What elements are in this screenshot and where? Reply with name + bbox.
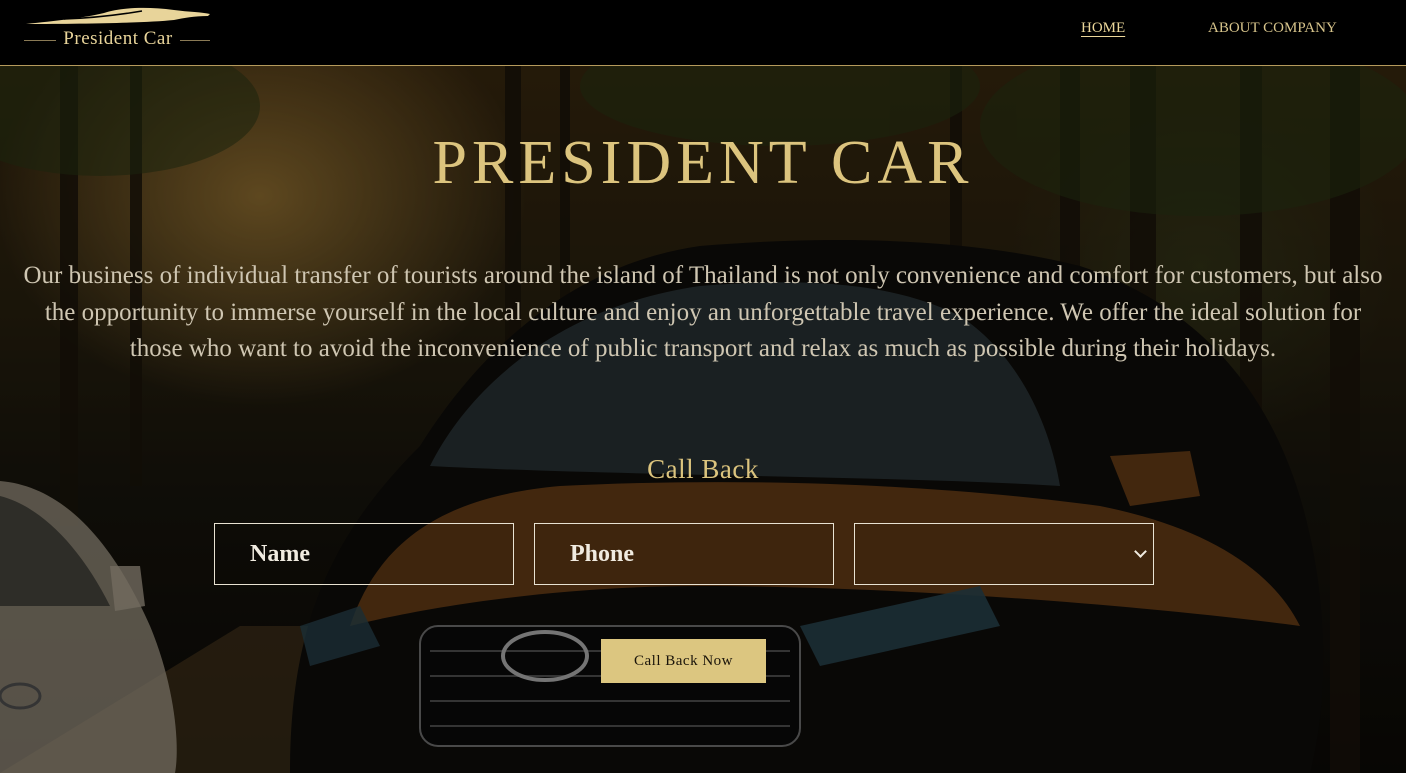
name-field-wrapper bbox=[214, 523, 514, 585]
chevron-down-icon bbox=[1134, 545, 1147, 558]
phone-input[interactable] bbox=[535, 524, 833, 584]
logo-text: President Car bbox=[63, 28, 173, 49]
call-back-now-button[interactable]: Call Back Now bbox=[601, 639, 766, 683]
site-header: President Car HOME ABOUT COMPANY bbox=[0, 0, 1406, 66]
name-input[interactable] bbox=[215, 524, 513, 584]
hero-title: PRESIDENT CAR bbox=[432, 129, 974, 197]
nav-home-link[interactable]: HOME bbox=[1081, 20, 1125, 37]
brand-logo[interactable]: President Car bbox=[24, 4, 212, 54]
hero-section: PRESIDENT CAR Our business of individual… bbox=[0, 66, 1406, 773]
hero-description: Our business of individual transfer of t… bbox=[23, 262, 1383, 362]
nav-about-company-link[interactable]: ABOUT COMPANY bbox=[1208, 20, 1337, 37]
callback-form-title: Call Back bbox=[647, 454, 759, 484]
phone-field-wrapper bbox=[534, 523, 834, 585]
service-select[interactable] bbox=[854, 523, 1154, 585]
